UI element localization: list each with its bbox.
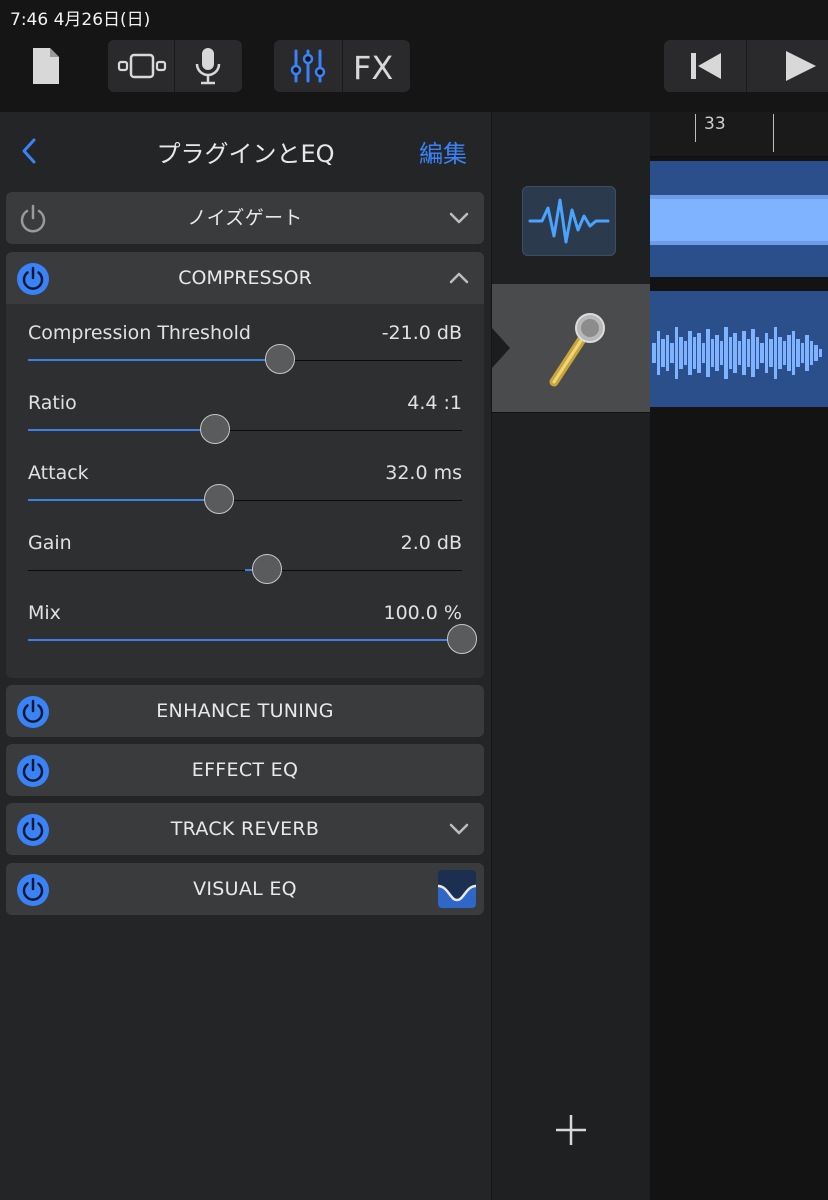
microphone-icon[interactable] <box>180 44 236 88</box>
fx-icon[interactable]: FX <box>346 46 406 86</box>
tracks-view-icon[interactable] <box>114 46 170 86</box>
slider-thumb[interactable] <box>199 414 230 444</box>
slider-thumb[interactable] <box>264 344 295 374</box>
rewind-icon[interactable] <box>678 46 734 86</box>
param-value: -21.0 dB <box>381 322 462 344</box>
track-header-vocal[interactable] <box>492 284 650 413</box>
vocal-region[interactable] <box>650 291 828 407</box>
play-icon[interactable] <box>772 46 828 86</box>
slider-fill <box>28 639 462 641</box>
panel-header: プラグインとEQ 編集 <box>0 112 491 190</box>
panel-title: プラグインとEQ <box>156 140 335 168</box>
plugin-enhance-tuning[interactable]: ENHANCE TUNING <box>6 685 484 737</box>
status-bar: 7:46 4月26日(日) <box>0 0 828 32</box>
plugin-name: EFFECT EQ <box>191 759 299 781</box>
slider-thumb[interactable] <box>251 554 282 584</box>
document-icon[interactable] <box>30 46 62 86</box>
plugin-name: TRACK REVERB <box>170 818 320 840</box>
param-label: Compression Threshold <box>28 322 251 344</box>
track-header-audio[interactable] <box>492 156 650 285</box>
slider-thumb[interactable] <box>203 484 234 514</box>
edit-button[interactable]: 編集 <box>419 134 467 169</box>
waveform-icon <box>522 186 616 256</box>
chevron-down-icon[interactable] <box>448 208 470 228</box>
status-time-date: 7:46 4月26日(日) <box>10 10 151 30</box>
param-value: 4.4 :1 <box>407 392 462 414</box>
plugin-noise-gate[interactable]: ノイズゲート <box>6 192 484 244</box>
mixer-segment: FX <box>274 40 410 92</box>
param-label: Attack <box>28 462 89 484</box>
toolbar: FX <box>0 32 828 112</box>
plugin-name: ノイズゲート <box>187 207 303 229</box>
vocal-microphone-icon <box>532 304 612 394</box>
waveform <box>650 195 828 245</box>
selected-track-arrow-icon <box>492 328 510 368</box>
param-ratio: Ratio 4.4 :1 <box>6 392 484 462</box>
plugin-compressor[interactable]: COMPRESSOR <box>6 252 484 304</box>
ruler-tick <box>773 114 774 152</box>
param-value: 100.0 % <box>383 602 463 624</box>
ruler[interactable]: 33 <box>650 112 828 157</box>
svg-text:FX: FX <box>353 49 393 83</box>
param-label: Gain <box>28 532 72 554</box>
audio-region[interactable] <box>650 161 828 277</box>
param-mix: Mix 100.0 % <box>6 602 484 672</box>
mixer-sliders-icon[interactable] <box>280 46 336 86</box>
transport-segment <box>664 40 828 92</box>
param-attack: Attack 32.0 ms <box>6 462 484 532</box>
plugins-panel: プラグインとEQ 編集 ノイズゲート COMPRESSOR Compressio… <box>0 112 492 1200</box>
ruler-tick <box>695 114 696 142</box>
param-label: Mix <box>28 602 61 624</box>
param-threshold: Compression Threshold -21.0 dB <box>6 322 484 392</box>
chevron-down-icon[interactable] <box>448 819 470 839</box>
slider-fill <box>28 359 280 361</box>
plugin-name: COMPRESSOR <box>178 267 312 289</box>
compressor-panel: COMPRESSOR Compression Threshold -21.0 d… <box>6 252 484 678</box>
plugin-visual-eq[interactable]: VISUAL EQ <box>6 863 484 915</box>
eq-curve-icon[interactable] <box>438 870 476 908</box>
plugin-track-reverb[interactable]: TRACK REVERB <box>6 803 484 855</box>
plugin-effect-eq[interactable]: EFFECT EQ <box>6 744 484 796</box>
param-label: Ratio <box>28 392 77 414</box>
slider-thumb[interactable] <box>447 624 477 654</box>
waveform <box>652 327 822 379</box>
plugin-name: VISUAL EQ <box>193 878 297 900</box>
plugin-name: ENHANCE TUNING <box>156 700 334 722</box>
param-value: 32.0 ms <box>385 462 462 484</box>
slider-fill <box>28 429 215 431</box>
add-track-button[interactable] <box>553 1112 589 1148</box>
view-segment <box>108 40 242 92</box>
slider-fill <box>28 499 219 501</box>
chevron-up-icon[interactable] <box>448 268 470 288</box>
param-gain: Gain 2.0 dB <box>6 532 484 602</box>
param-value: 2.0 dB <box>400 532 462 554</box>
ruler-bar-number: 33 <box>704 114 726 134</box>
